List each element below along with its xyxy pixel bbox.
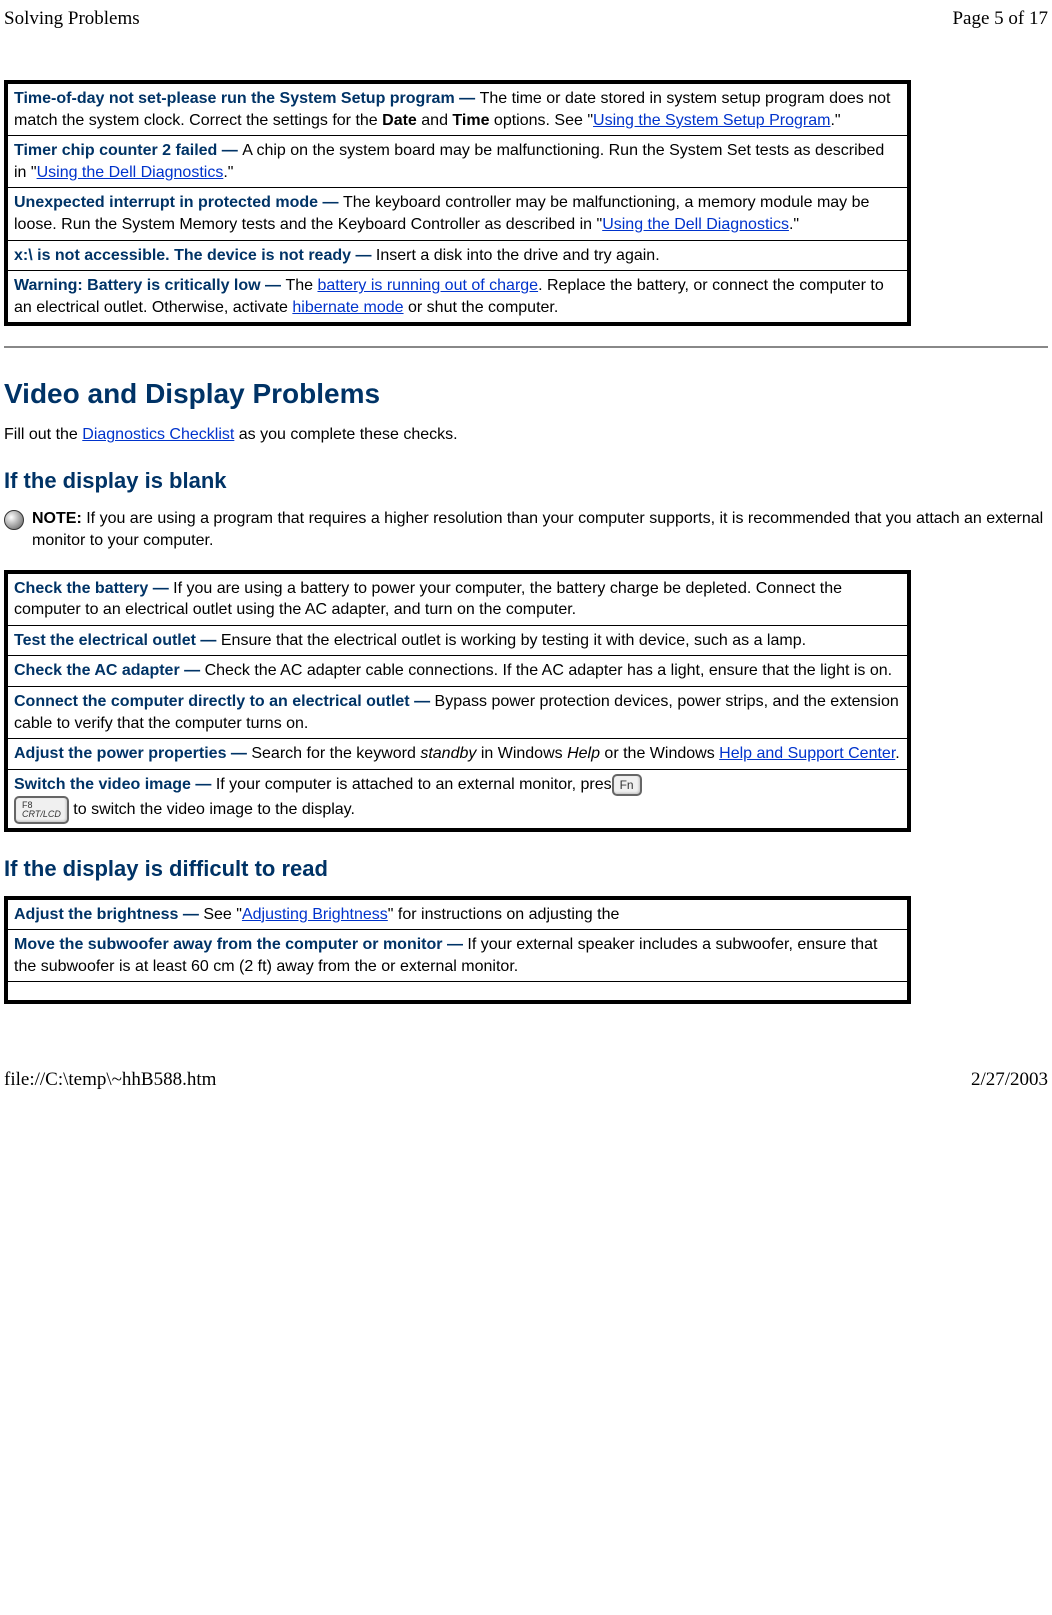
- table-row: Warning: Battery is critically low — The…: [6, 271, 909, 325]
- error-title: Switch the video image —: [14, 776, 216, 793]
- error-title: Test the electrical outlet —: [14, 632, 221, 649]
- system-setup-link[interactable]: Using the System Setup Program: [593, 112, 830, 129]
- bold-text: Date: [382, 112, 417, 129]
- error-body: Ensure that the electrical outlet is wor…: [221, 632, 806, 649]
- note-block: NOTE: If you are using a program that re…: [4, 508, 1048, 551]
- adjusting-brightness-link[interactable]: Adjusting Brightness: [242, 906, 388, 923]
- table-row: Timer chip counter 2 failed — A chip on …: [6, 136, 909, 188]
- sub-heading-blank: If the display is blank: [4, 468, 1048, 494]
- section-divider: [4, 346, 1048, 348]
- error-title: Check the AC adapter —: [14, 662, 205, 679]
- f8-crtlcd-key-icon: F8CRT/LCD: [14, 796, 69, 824]
- table-row: x:\ is not accessible. The device is not…: [6, 240, 909, 271]
- error-messages-table-1: Time-of-day not set-please run the Syste…: [4, 80, 911, 326]
- italic-text: standby: [420, 745, 476, 762]
- table-row: Adjust the brightness — See "Adjusting B…: [6, 898, 909, 930]
- error-body: Check the AC adapter cable connections. …: [205, 662, 893, 679]
- error-title: Adjust the power properties —: [14, 745, 251, 762]
- intro-paragraph: Fill out the Diagnostics Checklist as yo…: [4, 426, 1048, 444]
- note-label: NOTE:: [32, 510, 82, 527]
- note-icon: [4, 510, 24, 530]
- error-title: Move the subwoofer away from the compute…: [14, 936, 467, 953]
- table-row: Test the electrical outlet — Ensure that…: [6, 625, 909, 656]
- footer-path: file://C:\temp\~hhB588.htm: [4, 1069, 216, 1091]
- error-title: Adjust the brightness —: [14, 906, 203, 923]
- fn-key-icon: Fn: [612, 774, 642, 796]
- table-row: Time-of-day not set-please run the Syste…: [6, 82, 909, 136]
- table-row: Check the AC adapter — Check the AC adap…: [6, 656, 909, 687]
- italic-text: Help: [567, 745, 600, 762]
- dell-diagnostics-link[interactable]: Using the Dell Diagnostics: [602, 216, 789, 233]
- hibernate-mode-link[interactable]: hibernate mode: [292, 299, 403, 316]
- table-row: Unexpected interrupt in protected mode —…: [6, 188, 909, 240]
- sub-heading-difficult: If the display is difficult to read: [4, 856, 1048, 882]
- error-title: Check the battery —: [14, 580, 173, 597]
- page-footer: file://C:\temp\~hhB588.htm 2/27/2003: [4, 1069, 1048, 1091]
- table-row: Connect the computer directly to an elec…: [6, 686, 909, 738]
- table-row: [6, 982, 909, 1003]
- dell-diagnostics-link[interactable]: Using the Dell Diagnostics: [37, 164, 224, 181]
- table-row: Move the subwoofer away from the compute…: [6, 930, 909, 982]
- bold-text: Time: [452, 112, 489, 129]
- diagnostics-checklist-link[interactable]: Diagnostics Checklist: [82, 426, 234, 443]
- error-messages-table-3: Adjust the brightness — See "Adjusting B…: [4, 896, 911, 1005]
- battery-charge-link[interactable]: battery is running out of charge: [317, 277, 538, 294]
- note-text: NOTE: If you are using a program that re…: [32, 508, 1048, 551]
- table-row: Adjust the power properties — Search for…: [6, 739, 909, 770]
- error-title: Connect the computer directly to an elec…: [14, 693, 435, 710]
- table-row: Check the battery — If you are using a b…: [6, 572, 909, 626]
- error-title: x:\ is not accessible. The device is not…: [14, 247, 376, 264]
- error-title: Unexpected interrupt in protected mode —: [14, 194, 343, 211]
- footer-date: 2/27/2003: [971, 1069, 1048, 1091]
- error-body: Insert a disk into the drive and try aga…: [376, 247, 660, 264]
- table-row: Switch the video image — If your compute…: [6, 769, 909, 830]
- error-title: Time-of-day not set-please run the Syste…: [14, 90, 480, 107]
- error-title: Timer chip counter 2 failed —: [14, 142, 242, 159]
- header-title: Solving Problems: [4, 8, 140, 30]
- help-support-link[interactable]: Help and Support Center: [719, 745, 895, 762]
- section-heading: Video and Display Problems: [4, 378, 1048, 410]
- header-page: Page 5 of 17: [952, 8, 1048, 30]
- error-messages-table-2: Check the battery — If you are using a b…: [4, 570, 911, 832]
- error-title: Warning: Battery is critically low —: [14, 277, 285, 294]
- page-header: Solving Problems Page 5 of 17: [4, 8, 1048, 30]
